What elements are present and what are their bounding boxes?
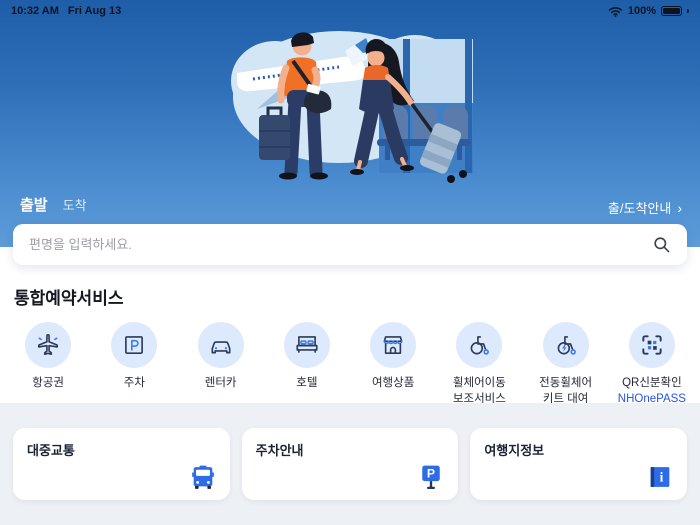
search-icon[interactable] [652,235,671,254]
service-item-rentcar[interactable]: 렌터카 [178,322,264,407]
services-row: 항공권 주차 렌터카 호텔 여행상품 휠체어이동 보조서비스 전동휠체어 키트 … [0,309,700,407]
header-banner: 10:32 AM Fri Aug 13 100% 출발 도착 출/도착안내 › [0,0,700,247]
service-item-travel-products[interactable]: 여행상품 [350,322,436,407]
flight-search-bar[interactable] [13,224,687,265]
card-label: 주차안내 [255,443,304,458]
card-label: 여행지정보 [484,443,545,458]
cards-row: 대중교통 주차안내 P 여행지정보 i [0,403,700,500]
flight-tabs: 출발 도착 [20,194,87,215]
service-item-hotel[interactable]: 호텔 [264,322,350,407]
services-section-title: 통합예약서비스 [14,289,124,308]
service-item-flight-ticket[interactable]: 항공권 [5,322,91,407]
travel-products-icon [383,336,403,354]
card-destination-info[interactable]: 여행지정보 i [470,428,688,500]
service-label: 렌터카 [204,377,237,389]
reservation-services-section: 통합예약서비스 항공권 주차 렌터카 호텔 여행상품 휠체어이동 보조서비스 전… [0,265,700,405]
departure-arrival-info-label: 출/도착안내 [607,201,672,216]
status-date: Fri Aug 13 [67,5,122,17]
tab-departure[interactable]: 출발 [20,194,48,215]
svg-text:P: P [427,466,435,480]
service-label: 항공권 [32,377,64,389]
rentcar-icon [211,341,231,354]
card-label: 대중교통 [27,443,75,458]
battery-cap [687,9,689,13]
status-time: 10:32 AM [11,5,59,17]
battery-icon [661,5,682,17]
parking-icon [125,336,144,354]
service-item-qr-onepass[interactable]: QR신분확인 NHOnePASS [609,322,695,407]
departure-arrival-info-link[interactable]: 출/도착안내 › [608,198,682,217]
wheelchair-icon [470,336,490,355]
info-cards-section: 대중교통 주차안내 P 여행지정보 i [0,403,700,525]
status-bar: 10:32 AM Fri Aug 13 100% [0,0,700,20]
flight-search-input[interactable] [29,237,652,252]
qr-icon [642,335,662,355]
battery-percent: 100% [627,5,656,17]
parking-sign-icon: P [422,465,441,490]
wifi-icon [608,6,623,17]
service-label: 주차 [123,377,145,389]
chevron-right-icon: › [677,199,682,216]
card-parking-info[interactable]: 주차안내 P [241,428,459,500]
info-icon: i [650,467,670,487]
card-public-transit[interactable]: 대중교통 [13,428,230,500]
svg-text:i: i [660,470,664,485]
service-label: 호텔 [296,377,318,389]
service-item-wheelchair-assist[interactable]: 휠체어이동 보조서비스 [436,322,522,407]
electric-wheelchair-icon [557,336,576,355]
service-item-electric-wheelchair[interactable]: 전동휠체어 키트 대여 [523,322,609,407]
service-item-parking[interactable]: 주차 [91,322,177,407]
service-label: 여행상품 [371,377,415,389]
travelers-illustration [231,31,473,183]
hotel-icon [296,336,318,353]
bus-icon [191,465,214,489]
flight-icon [38,334,59,356]
tab-arrival[interactable]: 도착 [63,195,87,214]
